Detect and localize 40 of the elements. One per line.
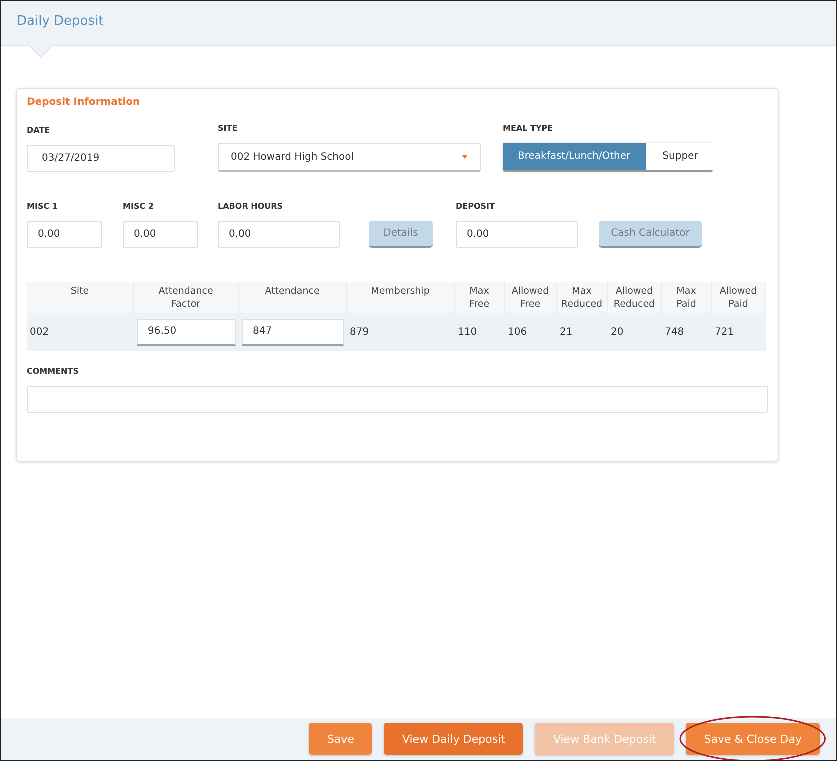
field-label: COMMENTS <box>27 367 80 376</box>
column-header: Max Paid <box>676 285 696 311</box>
column-header: Site <box>70 285 90 298</box>
table-cell: 879 <box>350 326 370 338</box>
caret-icon <box>462 155 468 159</box>
field-label: LABOR HOURS <box>218 202 284 211</box>
field-label: MISC 2 <box>123 202 155 211</box>
page-title: Daily Deposit <box>17 14 104 29</box>
table-input[interactable]: 847 <box>242 318 344 346</box>
field-label: MEAL TYPE <box>503 124 554 133</box>
field-label: MISC 1 <box>27 202 59 211</box>
field-label: DATE <box>27 126 52 135</box>
table-cell: 748 <box>665 326 684 338</box>
column-header: Allowed Reduced <box>614 285 656 311</box>
field-label: DEPOSIT <box>456 202 496 211</box>
table-cell: 20 <box>611 326 624 338</box>
labor-hours-field[interactable]: 0.00 <box>218 221 340 248</box>
misc-field[interactable]: 0.00 <box>123 221 198 248</box>
table-cell: 21 <box>560 326 573 338</box>
meal-type-option[interactable]: Supper <box>646 143 716 170</box>
deposit-field[interactable]: 0.00 <box>456 221 578 248</box>
comments-field[interactable] <box>27 386 768 413</box>
table-cell: 110 <box>458 326 478 338</box>
column-header: Attendance <box>265 285 320 298</box>
date-field[interactable]: 03/27/2019 <box>27 145 175 172</box>
column-header: Max Free <box>469 285 490 311</box>
table-cell: 106 <box>508 326 528 338</box>
meal-type-option[interactable]: Breakfast/Lunch/Other <box>503 143 646 170</box>
column-header: Allowed Paid <box>720 285 758 311</box>
site-dropdown[interactable]: 002 Howard High School <box>218 143 481 172</box>
table-cell: 721 <box>715 326 734 338</box>
column-header: Allowed Free <box>512 285 550 311</box>
column-header: Attendance Factor <box>158 285 214 311</box>
table-input[interactable]: 96.50 <box>137 318 236 346</box>
column-header: Membership <box>371 285 430 298</box>
field-label: SITE <box>218 124 239 133</box>
section-title: Deposit Information <box>27 97 142 108</box>
misc-field[interactable]: 0.00 <box>27 221 102 248</box>
table-cell: 002 <box>30 326 50 338</box>
column-header: Max Reduced <box>561 285 603 311</box>
